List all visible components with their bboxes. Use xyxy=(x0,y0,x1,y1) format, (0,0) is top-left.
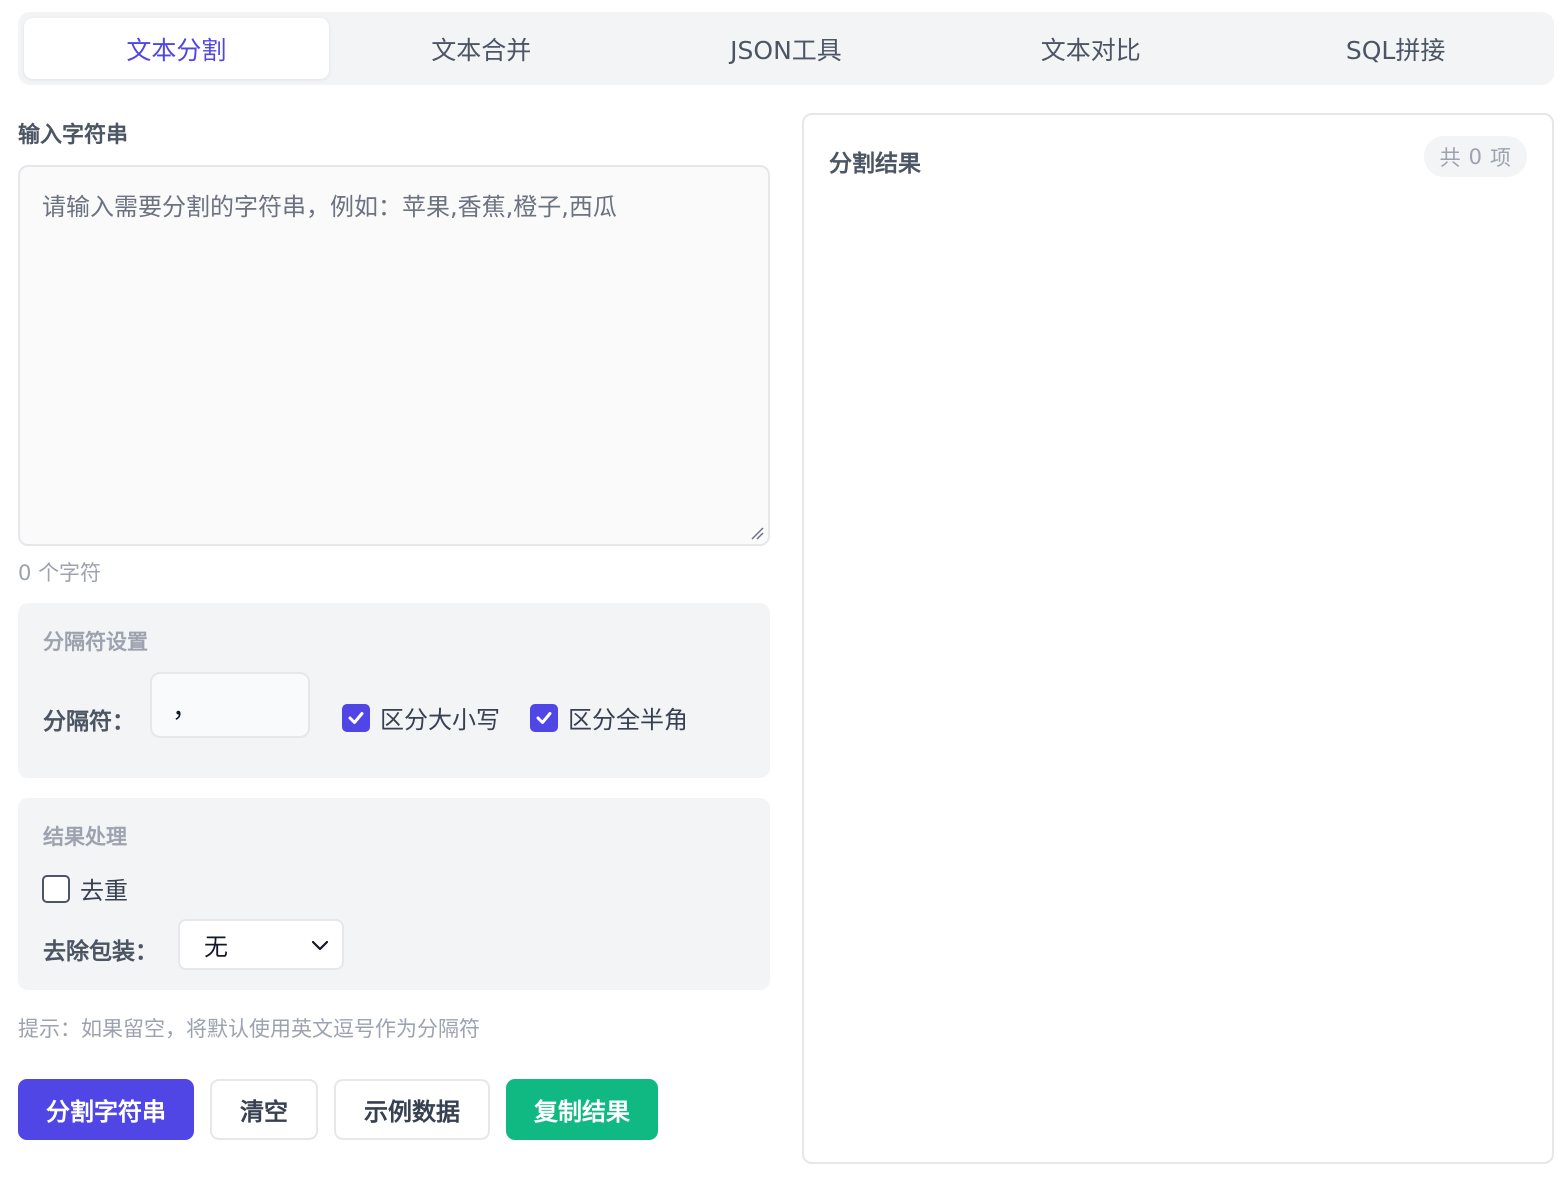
result-count-suffix: 项 xyxy=(1490,145,1511,170)
tab-text-merge[interactable]: 文本合并 xyxy=(329,18,634,79)
split-button[interactable]: 分割字符串 xyxy=(18,1079,194,1140)
resize-grip-icon[interactable] xyxy=(750,526,764,540)
result-count-badge: 共 0 项 xyxy=(1423,136,1527,177)
dedupe-label: 去重 xyxy=(80,877,128,905)
checkbox-icon xyxy=(42,874,70,903)
separator-settings-title: 分隔符设置 xyxy=(43,630,148,654)
result-panel: 分割结果 共 0 项 xyxy=(802,113,1554,1164)
separator-hint: 提示：如果留空，将默认使用英文逗号作为分隔符 xyxy=(18,1017,480,1041)
result-count-prefix: 共 xyxy=(1439,145,1461,170)
tab-text-split[interactable]: 文本分割 xyxy=(24,18,329,79)
tab-text-compare[interactable]: 文本对比 xyxy=(938,18,1243,79)
char-count-unit: 个字符 xyxy=(38,561,102,585)
separator-input[interactable]: ， xyxy=(150,672,310,738)
unwrap-select-value: 无 xyxy=(204,933,228,961)
tool-tabs: 文本分割 文本合并 JSON工具 文本对比 SQL拼接 xyxy=(18,12,1554,85)
unwrap-label: 去除包装： xyxy=(43,939,158,965)
char-count: 0 个字符 xyxy=(18,557,101,587)
result-count-value: 0 xyxy=(1468,144,1482,169)
unwrap-select[interactable]: 无 xyxy=(178,919,344,970)
dedupe-checkbox[interactable]: 去重 xyxy=(42,871,128,906)
char-count-value: 0 xyxy=(18,561,32,585)
tab-sql-concat[interactable]: SQL拼接 xyxy=(1243,18,1548,79)
separator-label: 分隔符： xyxy=(43,709,135,735)
tab-json-tool[interactable]: JSON工具 xyxy=(634,18,939,79)
input-label: 输入字符串 xyxy=(18,123,129,148)
sample-data-button[interactable]: 示例数据 xyxy=(334,1079,490,1140)
input-textarea[interactable] xyxy=(20,167,768,544)
chevron-down-icon xyxy=(311,940,329,950)
width-sensitive-label: 区分全半角 xyxy=(568,706,688,734)
case-sensitive-checkbox[interactable]: 区分大小写 xyxy=(342,700,500,735)
result-title: 分割结果 xyxy=(829,151,921,177)
check-icon xyxy=(342,703,370,732)
result-processing-title: 结果处理 xyxy=(43,825,127,849)
input-textarea-container xyxy=(18,165,770,546)
copy-result-button[interactable]: 复制结果 xyxy=(506,1079,658,1140)
result-processing-panel: 结果处理 去重 去除包装： 无 xyxy=(18,798,770,990)
width-sensitive-checkbox[interactable]: 区分全半角 xyxy=(530,700,688,735)
separator-settings-panel: 分隔符设置 分隔符： ， 区分大小写 区分全半角 xyxy=(18,603,770,778)
case-sensitive-label: 区分大小写 xyxy=(380,706,500,734)
check-icon xyxy=(530,703,558,732)
clear-button[interactable]: 清空 xyxy=(210,1079,318,1140)
